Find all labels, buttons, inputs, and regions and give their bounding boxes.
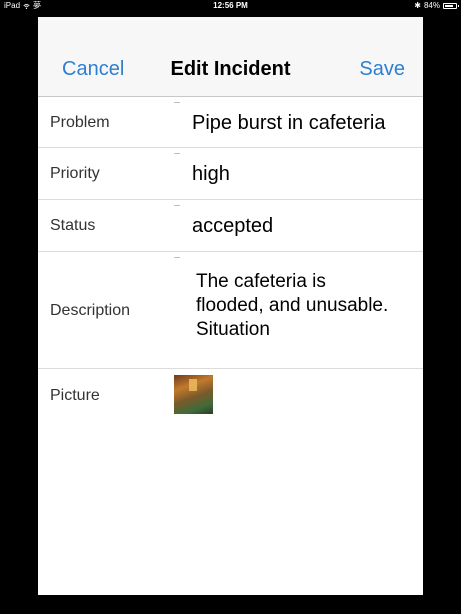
problem-field[interactable]: Pipe burst in cafeteria (192, 111, 385, 135)
priority-label: Priority (50, 165, 100, 182)
status-right: ✱ 84% (414, 0, 459, 12)
status-label: Status (50, 217, 96, 234)
incident-form: Problem Pipe burst in cafeteria Priority… (38, 97, 423, 429)
priority-row: Priority high (38, 148, 423, 200)
priority-field[interactable]: high (192, 162, 230, 186)
picture-row: Picture (38, 369, 423, 429)
incident-picture-thumbnail[interactable] (174, 375, 213, 414)
clock: 12:56 PM (213, 1, 248, 10)
field-divider-mark (174, 102, 180, 103)
edit-incident-sheet: Cancel Edit Incident Save Problem Pipe b… (38, 17, 423, 595)
navigation-bar: Cancel Edit Incident Save (38, 17, 423, 97)
field-divider-mark (174, 257, 180, 258)
thumbnail-light (189, 379, 197, 391)
field-divider-mark (174, 205, 180, 206)
description-field[interactable]: The cafeteria is flooded, and unusable. … (196, 270, 396, 342)
battery-icon (443, 3, 459, 9)
field-divider-mark (174, 153, 180, 154)
problem-label: Problem (50, 114, 110, 131)
description-row: Description The cafeteria is flooded, an… (38, 252, 423, 369)
save-button[interactable]: Save (359, 57, 405, 81)
problem-row: Problem Pipe burst in cafeteria (38, 97, 423, 148)
status-bar: iPad 夢 12:56 PM ✱ 84% (0, 0, 461, 12)
bluetooth-icon: ✱ (414, 1, 421, 10)
battery-percent: 84% (423, 1, 440, 10)
description-label: Description (50, 302, 131, 319)
battery-fill (445, 5, 453, 7)
status-field[interactable]: accepted (192, 214, 273, 238)
status-row: Status accepted (38, 200, 423, 252)
picture-label: Picture (50, 387, 100, 404)
